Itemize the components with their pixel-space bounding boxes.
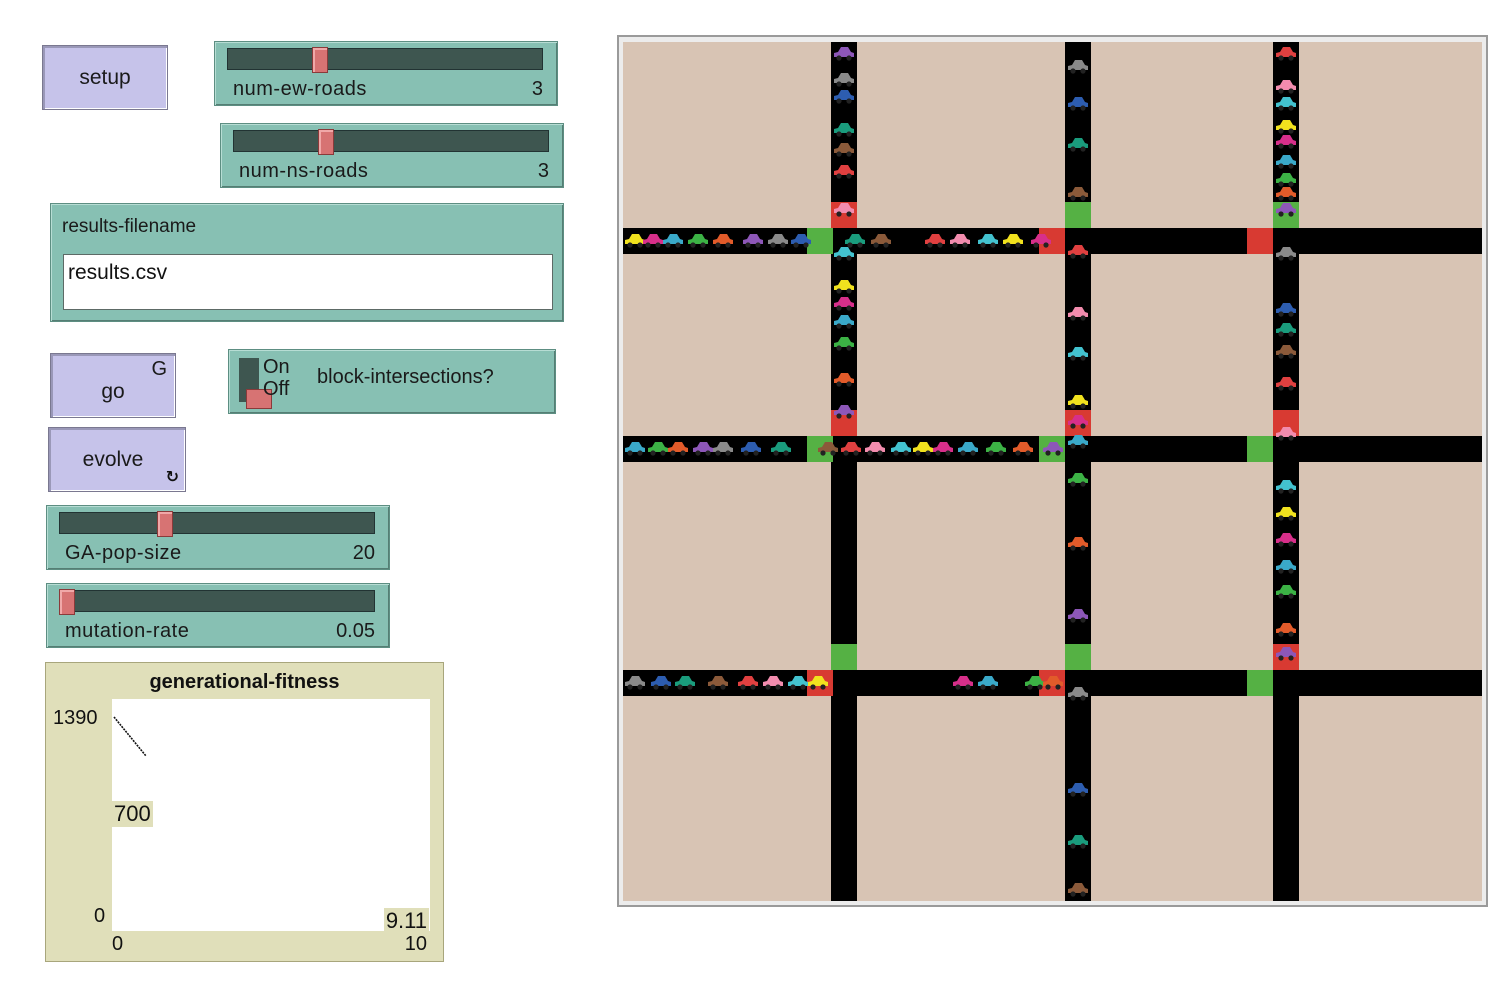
ns-road	[1273, 42, 1299, 901]
slider-label: num-ns-roads	[239, 160, 369, 182]
slider-thumb[interactable]	[156, 511, 173, 537]
generational-fitness-plot: generational-fitness 1390 700 0 0 10 9.1…	[45, 662, 444, 962]
traffic-light-patch	[831, 644, 857, 670]
world-background	[623, 42, 1482, 901]
switch-off-label: Off	[263, 378, 290, 400]
action-key-indicator: G	[151, 358, 167, 380]
slider-thumb[interactable]	[312, 47, 329, 73]
slider-track[interactable]	[227, 47, 543, 73]
num-ns-roads-slider[interactable]: num-ns-roads 3	[220, 123, 564, 188]
switch-on-label: On	[263, 356, 290, 378]
plot-y-max: 1390	[53, 707, 98, 729]
slider-label: mutation-rate	[65, 620, 190, 642]
traffic-light-patch	[1247, 670, 1273, 696]
block-intersections-switch[interactable]: On Off block-intersections?	[228, 349, 556, 414]
slider-value: 3	[537, 160, 549, 182]
evolve-button-label: evolve	[82, 447, 144, 471]
ns-road	[1065, 42, 1091, 901]
num-ew-roads-slider[interactable]: num-ew-roads 3	[214, 41, 558, 106]
plot-x-min: 0	[112, 933, 124, 955]
traffic-light-patch	[1065, 644, 1091, 670]
switch-label: block-intersections?	[317, 366, 494, 388]
plot-x-current: 9.11	[383, 908, 429, 934]
slider-value: 20	[352, 542, 375, 564]
ga-pop-size-slider[interactable]: GA-pop-size 20	[46, 505, 390, 570]
traffic-light-patch	[1247, 228, 1273, 254]
slider-track[interactable]	[233, 129, 549, 155]
forever-icon: ↻	[165, 469, 179, 486]
switch-rail[interactable]	[239, 358, 272, 409]
go-button[interactable]: go G	[50, 353, 176, 418]
slider-thumb[interactable]	[59, 589, 76, 615]
plot-y-min: 0	[94, 905, 106, 927]
world-view[interactable]	[617, 35, 1488, 907]
evolve-button[interactable]: evolve ↻	[48, 427, 186, 492]
traffic-grid[interactable]	[623, 42, 1482, 901]
plot-line	[113, 716, 147, 757]
results-filename-field[interactable]: results.csv	[63, 254, 553, 310]
slider-value: 0.05	[336, 620, 375, 642]
input-title: results-filename	[62, 216, 197, 237]
slider-label: num-ew-roads	[233, 78, 367, 100]
traffic-light-patch	[1065, 202, 1091, 228]
slider-thumb[interactable]	[318, 129, 335, 155]
setup-button[interactable]: setup	[42, 45, 168, 110]
plot-title: generational-fitness	[149, 671, 340, 693]
slider-label: GA-pop-size	[65, 542, 182, 564]
plot-y-mid: 700	[112, 801, 153, 827]
plot-canvas	[112, 699, 430, 931]
traffic-light-patch	[1247, 436, 1273, 462]
go-button-label: go	[101, 379, 125, 403]
slider-track[interactable]	[59, 589, 375, 615]
mutation-rate-slider[interactable]: mutation-rate 0.05	[46, 583, 390, 648]
slider-track[interactable]	[59, 511, 375, 537]
plot-x-max: 10	[404, 933, 427, 955]
results-filename-input-widget: results-filename results.csv	[50, 203, 564, 322]
setup-button-label: setup	[79, 65, 131, 89]
slider-value: 3	[531, 78, 543, 100]
